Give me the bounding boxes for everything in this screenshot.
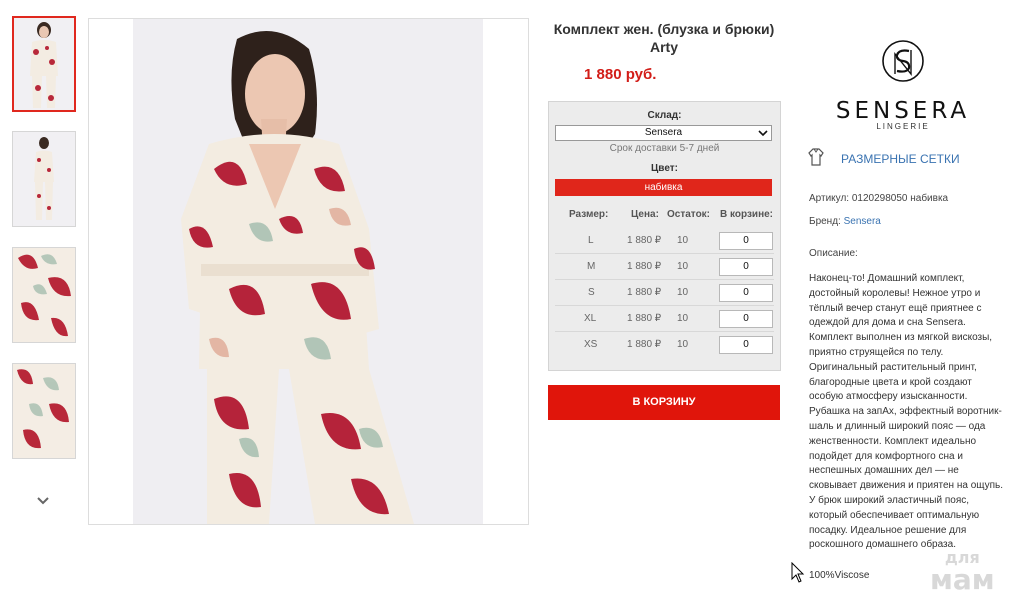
header-stock: Остаток: — [667, 209, 711, 220]
price-value: 1 880 ₽ — [627, 339, 662, 350]
brand-name: SENSERA — [835, 98, 971, 124]
stock-value: 10 — [677, 339, 689, 350]
product-title: Комплект жен. (блузка и брюки) Arty — [553, 21, 775, 55]
watermark-line2: мам — [930, 563, 995, 596]
shirt-icon — [808, 148, 824, 166]
stock-value: 10 — [677, 235, 689, 246]
thumbnail-4-image — [13, 364, 75, 458]
header-in-cart: В корзине: — [720, 209, 774, 220]
warehouse-select[interactable]: Sensera — [555, 125, 772, 141]
size-row: L 1 880 ₽ 10 0 — [555, 228, 774, 254]
chevron-down-icon[interactable] — [34, 492, 52, 510]
watermark: для мам — [930, 550, 995, 594]
brand-link[interactable]: Sensera — [844, 216, 881, 227]
size-value: L — [588, 235, 594, 246]
thumbnail-1-image — [14, 18, 74, 110]
thumbnail-3-image — [13, 248, 75, 342]
brand-label: Бренд: — [809, 216, 841, 227]
description-label: Описание: — [809, 248, 858, 259]
fabric-composition: 100%Viscose — [809, 570, 870, 581]
quantity-input[interactable]: 0 — [719, 310, 773, 328]
thumbnail-2[interactable] — [12, 131, 76, 227]
product-photo — [89, 19, 528, 524]
thumbnail-1[interactable] — [12, 16, 76, 112]
price-value: 1 880 ₽ — [627, 261, 662, 272]
brand-subtitle: LINGERIE — [876, 122, 930, 131]
header-size: Размер: — [569, 209, 609, 220]
size-charts-link[interactable]: РАЗМЕРНЫЕ СЕТКИ — [841, 152, 960, 166]
article-info: Артикул: 0120298050 набивка — [809, 193, 948, 204]
size-value: XS — [584, 339, 598, 350]
size-value: M — [587, 261, 596, 272]
stock-value: 10 — [677, 313, 689, 324]
chevron-down-icon — [758, 130, 768, 137]
quantity-input[interactable]: 0 — [719, 258, 773, 276]
price-value: 1 880 ₽ — [627, 235, 662, 246]
options-panel: Склад: Sensera Срок доставки 5-7 дней Цв… — [548, 101, 781, 371]
header-price: Цена: — [631, 209, 659, 220]
quantity-input[interactable]: 0 — [719, 232, 773, 250]
size-row: XL 1 880 ₽ 10 0 — [555, 306, 774, 332]
size-value: S — [588, 287, 595, 298]
brand-info: Бренд: Sensera — [809, 216, 881, 227]
add-to-cart-button[interactable]: В КОРЗИНУ — [548, 385, 780, 420]
quantity-input[interactable]: 0 — [719, 336, 773, 354]
color-option[interactable]: набивка — [555, 179, 772, 196]
size-row: S 1 880 ₽ 10 0 — [555, 280, 774, 306]
main-product-image[interactable] — [88, 18, 529, 525]
article-value: 0120298050 набивка — [851, 193, 949, 204]
stock-value: 10 — [677, 287, 689, 298]
size-row: M 1 880 ₽ 10 0 — [555, 254, 774, 280]
warehouse-value: Sensera — [644, 127, 683, 138]
price-value: 1 880 ₽ — [627, 287, 662, 298]
product-description: Наконец-то! Домашний комплект, достойный… — [809, 273, 1004, 551]
color-label: Цвет: — [651, 163, 678, 174]
size-value: XL — [584, 313, 597, 324]
thumbnail-3[interactable] — [12, 247, 76, 343]
brand-logo — [882, 40, 924, 82]
size-row: XS 1 880 ₽ 10 0 — [555, 332, 774, 358]
delivery-time: Срок доставки 5-7 дней — [609, 143, 720, 154]
price-value: 1 880 ₽ — [627, 313, 662, 324]
article-label: Артикул: — [809, 193, 850, 204]
quantity-input[interactable]: 0 — [719, 284, 773, 302]
warehouse-label: Склад: — [647, 110, 682, 121]
mouse-cursor-icon — [791, 562, 805, 583]
product-price: 1 880 руб. — [584, 66, 657, 83]
stock-value: 10 — [677, 261, 689, 272]
thumbnail-2-image — [13, 132, 75, 226]
thumbnail-4[interactable] — [12, 363, 76, 459]
